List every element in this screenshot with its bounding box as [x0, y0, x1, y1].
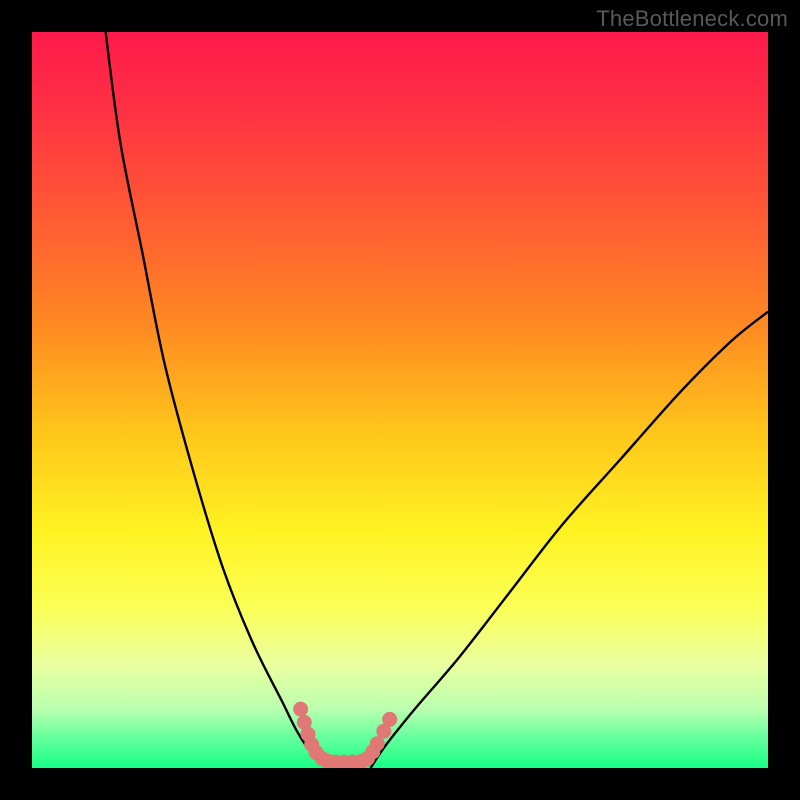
bottom-dots	[293, 702, 397, 768]
left-curve	[106, 32, 327, 768]
right-curve	[371, 312, 768, 768]
plot-area	[32, 32, 768, 768]
dot-point	[293, 702, 308, 717]
curves-layer	[32, 32, 768, 768]
chart-outer-frame: TheBottleneck.com	[0, 0, 800, 800]
watermark-label: TheBottleneck.com	[596, 6, 788, 32]
dot-point	[382, 712, 397, 727]
